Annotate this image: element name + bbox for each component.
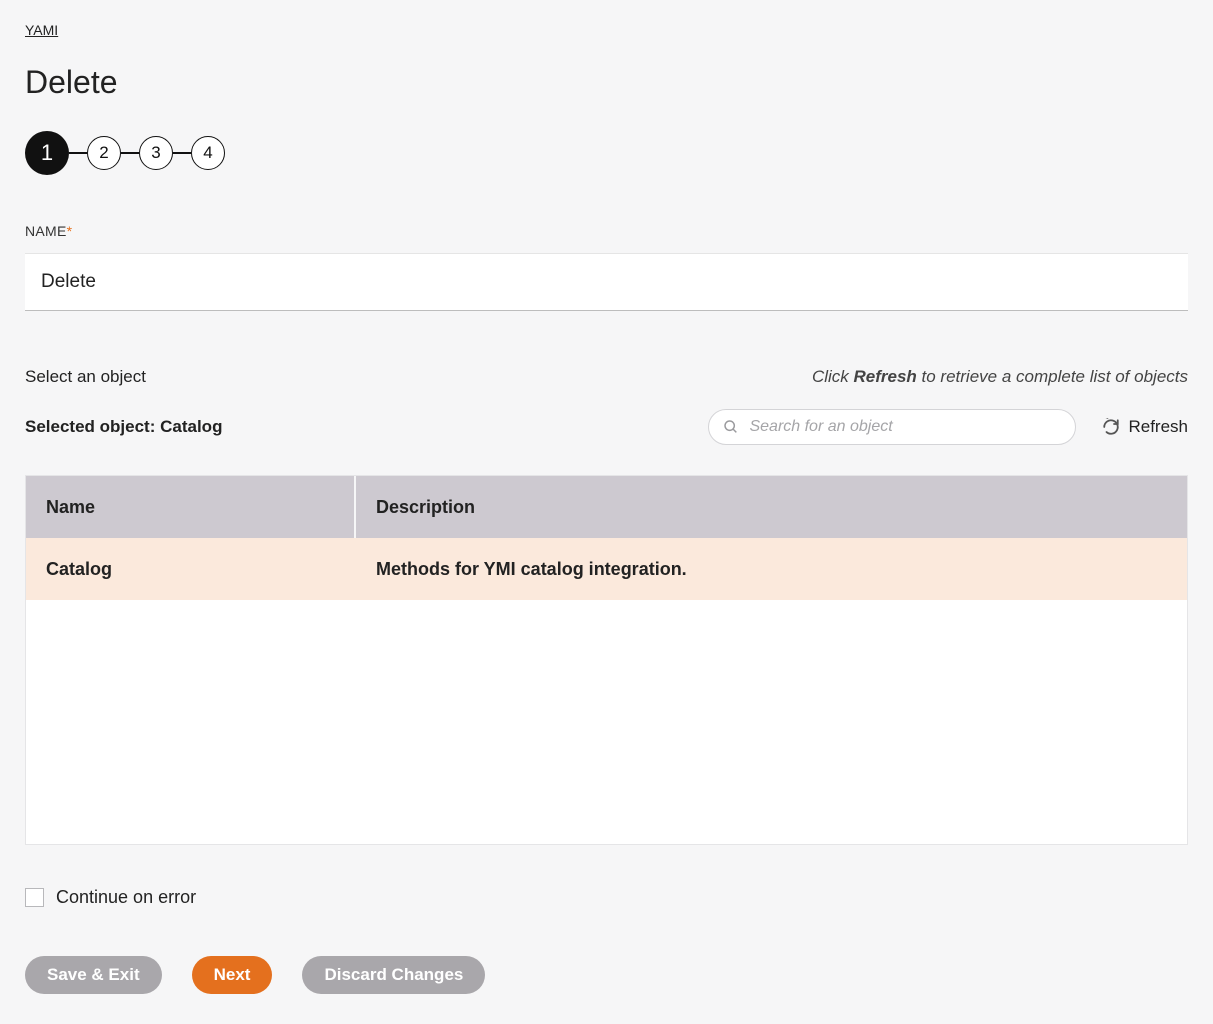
selected-object-prefix: Selected object: bbox=[25, 417, 160, 436]
step-connector bbox=[69, 152, 87, 154]
page-title: Delete bbox=[25, 64, 1188, 101]
search-input[interactable] bbox=[749, 418, 1061, 436]
refresh-hint-prefix: Click bbox=[812, 367, 854, 386]
stepper: 1 2 3 4 bbox=[25, 131, 1188, 175]
name-input[interactable] bbox=[25, 253, 1188, 311]
refresh-icon bbox=[1102, 418, 1120, 436]
step-2[interactable]: 2 bbox=[87, 136, 121, 170]
required-asterisk: * bbox=[67, 223, 73, 239]
table-cell-name: Catalog bbox=[26, 538, 356, 600]
search-icon bbox=[723, 419, 739, 435]
refresh-hint: Click Refresh to retrieve a complete lis… bbox=[812, 367, 1188, 387]
table-header: Name Description bbox=[26, 476, 1187, 538]
refresh-button[interactable]: Refresh bbox=[1102, 417, 1188, 437]
step-connector bbox=[121, 152, 139, 154]
search-box[interactable] bbox=[708, 409, 1076, 445]
refresh-hint-bold: Refresh bbox=[854, 367, 917, 386]
selected-object-label: Selected object: Catalog bbox=[25, 417, 222, 437]
step-connector bbox=[173, 152, 191, 154]
step-4[interactable]: 4 bbox=[191, 136, 225, 170]
object-table: Name Description Catalog Methods for YMI… bbox=[25, 475, 1188, 845]
breadcrumb-link[interactable]: YAMI bbox=[25, 22, 58, 42]
table-cell-description: Methods for YMI catalog integration. bbox=[356, 538, 1187, 600]
table-header-name[interactable]: Name bbox=[26, 476, 356, 538]
save-exit-button[interactable]: Save & Exit bbox=[25, 956, 162, 994]
refresh-hint-suffix: to retrieve a complete list of objects bbox=[917, 367, 1188, 386]
discard-changes-button[interactable]: Discard Changes bbox=[302, 956, 485, 994]
step-1[interactable]: 1 bbox=[25, 131, 69, 175]
refresh-button-label: Refresh bbox=[1128, 417, 1188, 437]
step-3[interactable]: 3 bbox=[139, 136, 173, 170]
select-object-label: Select an object bbox=[25, 367, 146, 387]
selected-object-value: Catalog bbox=[160, 417, 222, 436]
next-button[interactable]: Next bbox=[192, 956, 273, 994]
table-row[interactable]: Catalog Methods for YMI catalog integrat… bbox=[26, 538, 1187, 600]
continue-on-error-label: Continue on error bbox=[56, 887, 196, 908]
continue-on-error-checkbox[interactable] bbox=[25, 888, 44, 907]
table-header-description[interactable]: Description bbox=[356, 476, 1187, 538]
name-field-label-text: NAME bbox=[25, 223, 67, 239]
name-field-label: NAME* bbox=[25, 223, 1188, 239]
